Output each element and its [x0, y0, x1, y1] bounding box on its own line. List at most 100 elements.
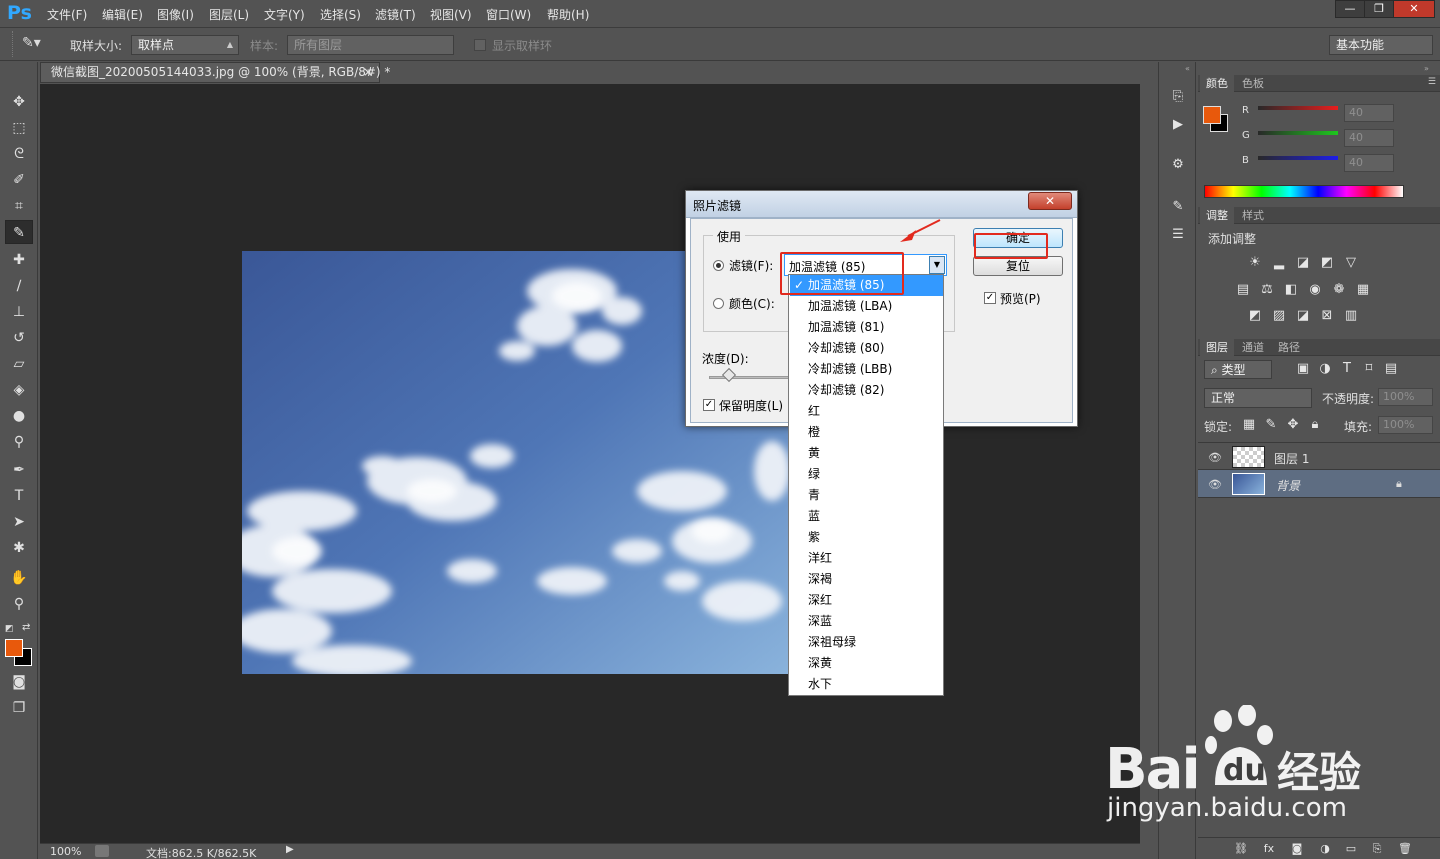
channel-g-slider[interactable] — [1258, 131, 1338, 135]
channel-r-input[interactable]: 40 — [1344, 104, 1394, 122]
workspace-select[interactable]: 基本功能 — [1329, 35, 1433, 55]
color-balance-icon[interactable]: ⚖ — [1258, 283, 1276, 297]
quick-mask-icon[interactable]: ◙ — [5, 670, 33, 694]
lock-transparent-icon[interactable]: ▦ — [1240, 418, 1258, 432]
pen-tool-icon[interactable]: ✒ — [5, 458, 33, 482]
layer-row[interactable]: 👁︎ 图层 1 — [1198, 442, 1440, 470]
status-info-icon[interactable] — [95, 845, 109, 857]
filter-smart-icon[interactable]: ▤ — [1382, 362, 1400, 376]
zoom-level[interactable]: 100% — [50, 845, 81, 858]
layer-name[interactable]: 图层 1 — [1274, 450, 1309, 467]
blur-tool-icon[interactable]: ● — [5, 404, 33, 428]
eyedropper-preset-icon[interactable]: ✎▾ — [22, 35, 52, 55]
layer-name[interactable]: 背景 — [1276, 477, 1300, 494]
dropdown-option[interactable]: 加温滤镜 (81) — [790, 317, 943, 338]
healing-brush-tool-icon[interactable]: ✚ — [5, 248, 33, 272]
tab-adjustments[interactable]: 调整 — [1200, 207, 1234, 224]
new-adjustment-icon[interactable]: ◑ — [1316, 842, 1334, 856]
color-spectrum-bar[interactable] — [1204, 185, 1404, 198]
dropdown-option[interactable]: 深褐 — [790, 569, 943, 590]
dropdown-option[interactable]: 橙 — [790, 422, 943, 443]
dropdown-option[interactable]: 加温滤镜 (LBA) — [790, 296, 943, 317]
eyedropper-tool-icon[interactable]: ✎ — [5, 220, 33, 244]
threshold-icon[interactable]: ◪ — [1294, 309, 1312, 323]
curves-icon[interactable]: ◪ — [1294, 256, 1312, 270]
lasso-tool-icon[interactable]: ᘓ — [5, 142, 33, 166]
layer-row-selected[interactable]: 👁︎ 背景 🔒︎ — [1198, 470, 1440, 498]
type-tool-icon[interactable]: T — [5, 484, 33, 508]
brush-tool-icon[interactable]: ∕ — [5, 274, 33, 298]
menu-window[interactable]: 窗口(W) — [486, 6, 531, 23]
expand-arrows-icon[interactable]: » — [1424, 64, 1429, 73]
channel-b-slider[interactable] — [1258, 156, 1338, 160]
channel-b-input[interactable]: 40 — [1344, 154, 1394, 172]
selective-color-icon[interactable]: ⊠ — [1318, 309, 1336, 323]
dropdown-option[interactable]: 深黄 — [790, 653, 943, 674]
new-layer-icon[interactable]: ⎘ — [1368, 842, 1386, 856]
show-ring-checkbox[interactable] — [474, 39, 486, 51]
dropdown-option[interactable]: 蓝 — [790, 506, 943, 527]
restore-button[interactable]: ❐ — [1364, 0, 1394, 18]
exposure-icon[interactable]: ◩ — [1318, 256, 1336, 270]
dropdown-option[interactable]: 绿 — [790, 464, 943, 485]
menu-file[interactable]: 文件(F) — [47, 6, 87, 23]
filter-pixel-icon[interactable]: ▣ — [1294, 362, 1312, 376]
dropdown-option[interactable]: 深红 — [790, 590, 943, 611]
add-mask-icon[interactable]: ◙ — [1288, 842, 1306, 856]
channel-mixer-icon[interactable]: ❁ — [1330, 283, 1348, 297]
hue-saturation-icon[interactable]: ▤ — [1234, 283, 1252, 297]
vibrance-icon[interactable]: ▽ — [1342, 256, 1360, 270]
color-radio[interactable] — [713, 298, 724, 309]
dropdown-option[interactable]: 冷却滤镜 (82) — [790, 380, 943, 401]
filter-type-icon[interactable]: T — [1338, 362, 1356, 376]
menu-image[interactable]: 图像(I) — [157, 6, 194, 23]
panel-menu-icon[interactable]: ☰ — [1428, 77, 1436, 87]
dropdown-option[interactable]: 深祖母绿 — [790, 632, 943, 653]
lock-all-icon[interactable]: 🔒︎ — [1306, 418, 1324, 432]
default-colors-icon[interactable]: ◩ — [5, 624, 15, 634]
menu-select[interactable]: 选择(S) — [320, 6, 361, 23]
posterize-icon[interactable]: ▨ — [1270, 309, 1288, 323]
foreground-color-swatch[interactable] — [5, 639, 23, 657]
menu-layer[interactable]: 图层(L) — [209, 6, 249, 23]
dropdown-option[interactable]: 水下 — [790, 674, 943, 695]
visibility-eye-icon[interactable]: 👁︎ — [1208, 478, 1222, 491]
move-tool-icon[interactable]: ✥ — [5, 90, 33, 114]
dropdown-option[interactable]: 深蓝 — [790, 611, 943, 632]
brightness-icon[interactable]: ☀ — [1246, 256, 1264, 270]
density-slider[interactable] — [709, 376, 789, 379]
tab-channels[interactable]: 通道 — [1236, 339, 1270, 356]
fill-input[interactable]: 100% — [1378, 416, 1433, 434]
properties-panel-icon[interactable]: ⚙ — [1169, 158, 1187, 172]
tab-styles[interactable]: 样式 — [1236, 207, 1270, 224]
lock-image-icon[interactable]: ✎ — [1262, 418, 1280, 432]
path-select-tool-icon[interactable]: ➤ — [5, 510, 33, 534]
filter-adjust-icon[interactable]: ◑ — [1316, 362, 1334, 376]
brush-panel-icon[interactable]: ✎ — [1169, 200, 1187, 214]
visibility-eye-icon[interactable]: 👁︎ — [1208, 451, 1222, 464]
invert-icon[interactable]: ◩ — [1246, 309, 1264, 323]
sample-size-select[interactable]: 取样点 ▲ — [131, 35, 239, 55]
dropdown-option[interactable]: 冷却滤镜 (80) — [790, 338, 943, 359]
eraser-tool-icon[interactable]: ▱ — [5, 352, 33, 376]
dropdown-option[interactable]: 洋红 — [790, 548, 943, 569]
tab-layers[interactable]: 图层 — [1200, 339, 1234, 356]
menu-type[interactable]: 文字(Y) — [264, 6, 305, 23]
chevron-down-icon[interactable]: ▼ — [929, 256, 945, 274]
quick-select-tool-icon[interactable]: ✐ — [5, 168, 33, 192]
screen-mode-icon[interactable]: ❐ — [5, 696, 33, 720]
close-window-button[interactable]: ✕ — [1393, 0, 1435, 18]
tab-paths[interactable]: 路径 — [1272, 339, 1306, 356]
color-fg-swatch[interactable] — [1203, 106, 1221, 124]
density-slider-thumb[interactable] — [721, 367, 737, 383]
channel-g-input[interactable]: 40 — [1344, 129, 1394, 147]
fx-icon[interactable]: fx — [1260, 842, 1278, 856]
tab-color[interactable]: 颜色 — [1200, 75, 1234, 92]
black-white-icon[interactable]: ◧ — [1282, 283, 1300, 297]
link-layers-icon[interactable]: ⛓ — [1232, 842, 1250, 856]
grip-handle[interactable] — [12, 31, 15, 57]
dropdown-option[interactable]: 青 — [790, 485, 943, 506]
crop-tool-icon[interactable]: ⌗ — [5, 194, 33, 218]
lock-position-icon[interactable]: ✥ — [1284, 418, 1302, 432]
preserve-luminosity-checkbox[interactable]: ✓ — [703, 399, 715, 411]
